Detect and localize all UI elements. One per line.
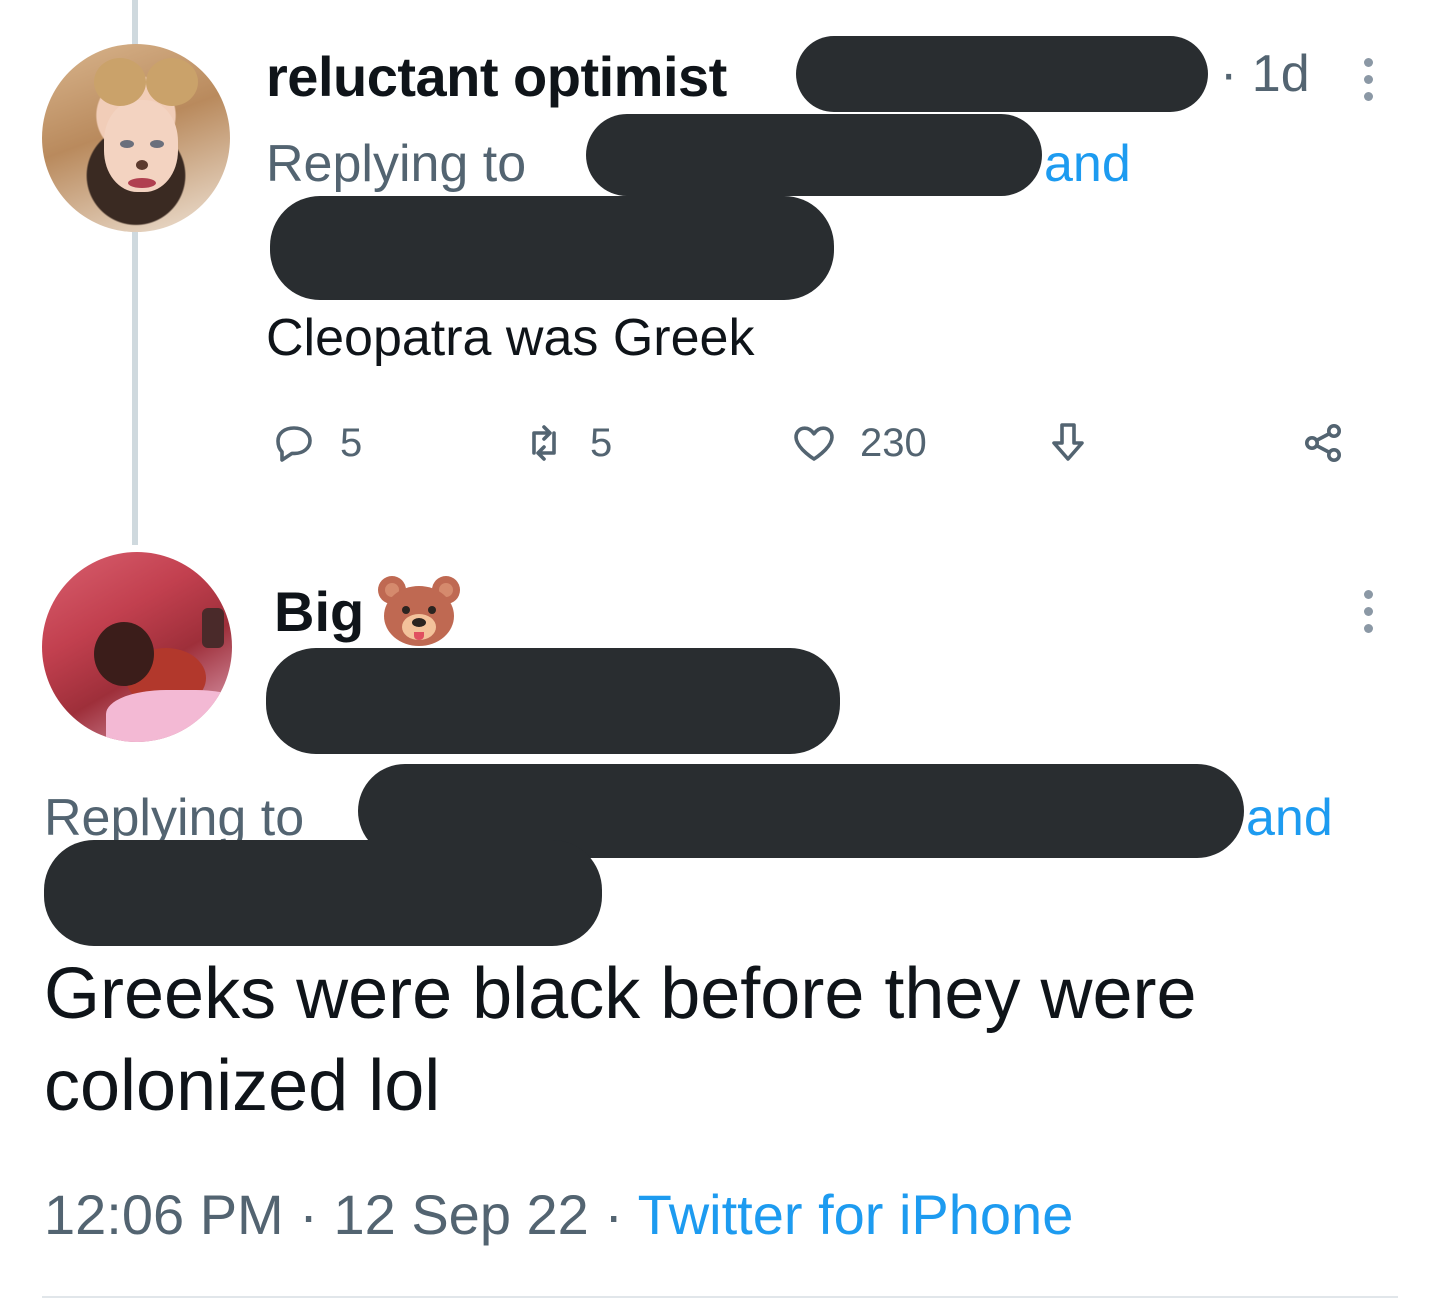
tweet-text: Cleopatra was Greek bbox=[266, 309, 755, 367]
retweet-button[interactable]: 5 bbox=[520, 418, 612, 468]
download-arrow-icon bbox=[1052, 423, 1084, 461]
and-label: and bbox=[1044, 135, 1131, 193]
replying-to-label: Replying to bbox=[266, 135, 527, 193]
redacted-mention bbox=[270, 196, 834, 300]
share-link-button[interactable] bbox=[1300, 418, 1348, 468]
meta-separator: · bbox=[299, 1183, 318, 1246]
author-name-row[interactable]: Big bbox=[274, 574, 461, 648]
tweet-meta: 12:06 PM · 12 Sep 22 · Twitter for iPhon… bbox=[44, 1182, 1073, 1247]
author-name[interactable]: reluctant optimist bbox=[266, 44, 727, 109]
reply-icon bbox=[276, 426, 312, 462]
tweet-date[interactable]: 12 Sep 22 bbox=[333, 1183, 588, 1246]
redacted-mention bbox=[586, 114, 1042, 196]
heart-icon bbox=[794, 426, 834, 461]
more-options-icon[interactable] bbox=[1364, 58, 1374, 109]
share-nodes-icon bbox=[1305, 424, 1341, 462]
redacted-handle bbox=[266, 648, 840, 754]
and-label: and bbox=[1246, 789, 1333, 847]
divider bbox=[42, 1296, 1398, 1298]
tweet-source[interactable]: Twitter for iPhone bbox=[638, 1183, 1074, 1246]
like-count: 230 bbox=[860, 420, 927, 465]
reply-button[interactable]: 5 bbox=[270, 418, 362, 468]
tweet-text: Greeks were black before they were colon… bbox=[44, 954, 1197, 1126]
retweet-icon bbox=[532, 425, 556, 461]
meta-separator: · bbox=[604, 1183, 624, 1246]
reply-count: 5 bbox=[340, 420, 363, 465]
more-options-icon[interactable] bbox=[1364, 590, 1374, 641]
bear-face-icon bbox=[378, 574, 461, 648]
timestamp-value: 1d bbox=[1251, 45, 1310, 103]
redacted-mention bbox=[44, 840, 602, 946]
redacted-handle bbox=[796, 36, 1208, 112]
avatar[interactable] bbox=[42, 552, 232, 742]
replying-to-label: Replying to bbox=[44, 789, 305, 847]
like-button[interactable]: 230 bbox=[790, 418, 927, 468]
tweet-time[interactable]: 12:06 PM bbox=[44, 1183, 284, 1246]
timestamp-separator: · bbox=[1220, 45, 1238, 103]
share-button[interactable] bbox=[1044, 418, 1092, 468]
author-name: Big bbox=[274, 579, 365, 643]
tweet-timestamp[interactable]: · 1d bbox=[1220, 44, 1310, 104]
avatar[interactable] bbox=[42, 44, 230, 232]
retweet-count: 5 bbox=[590, 420, 613, 465]
